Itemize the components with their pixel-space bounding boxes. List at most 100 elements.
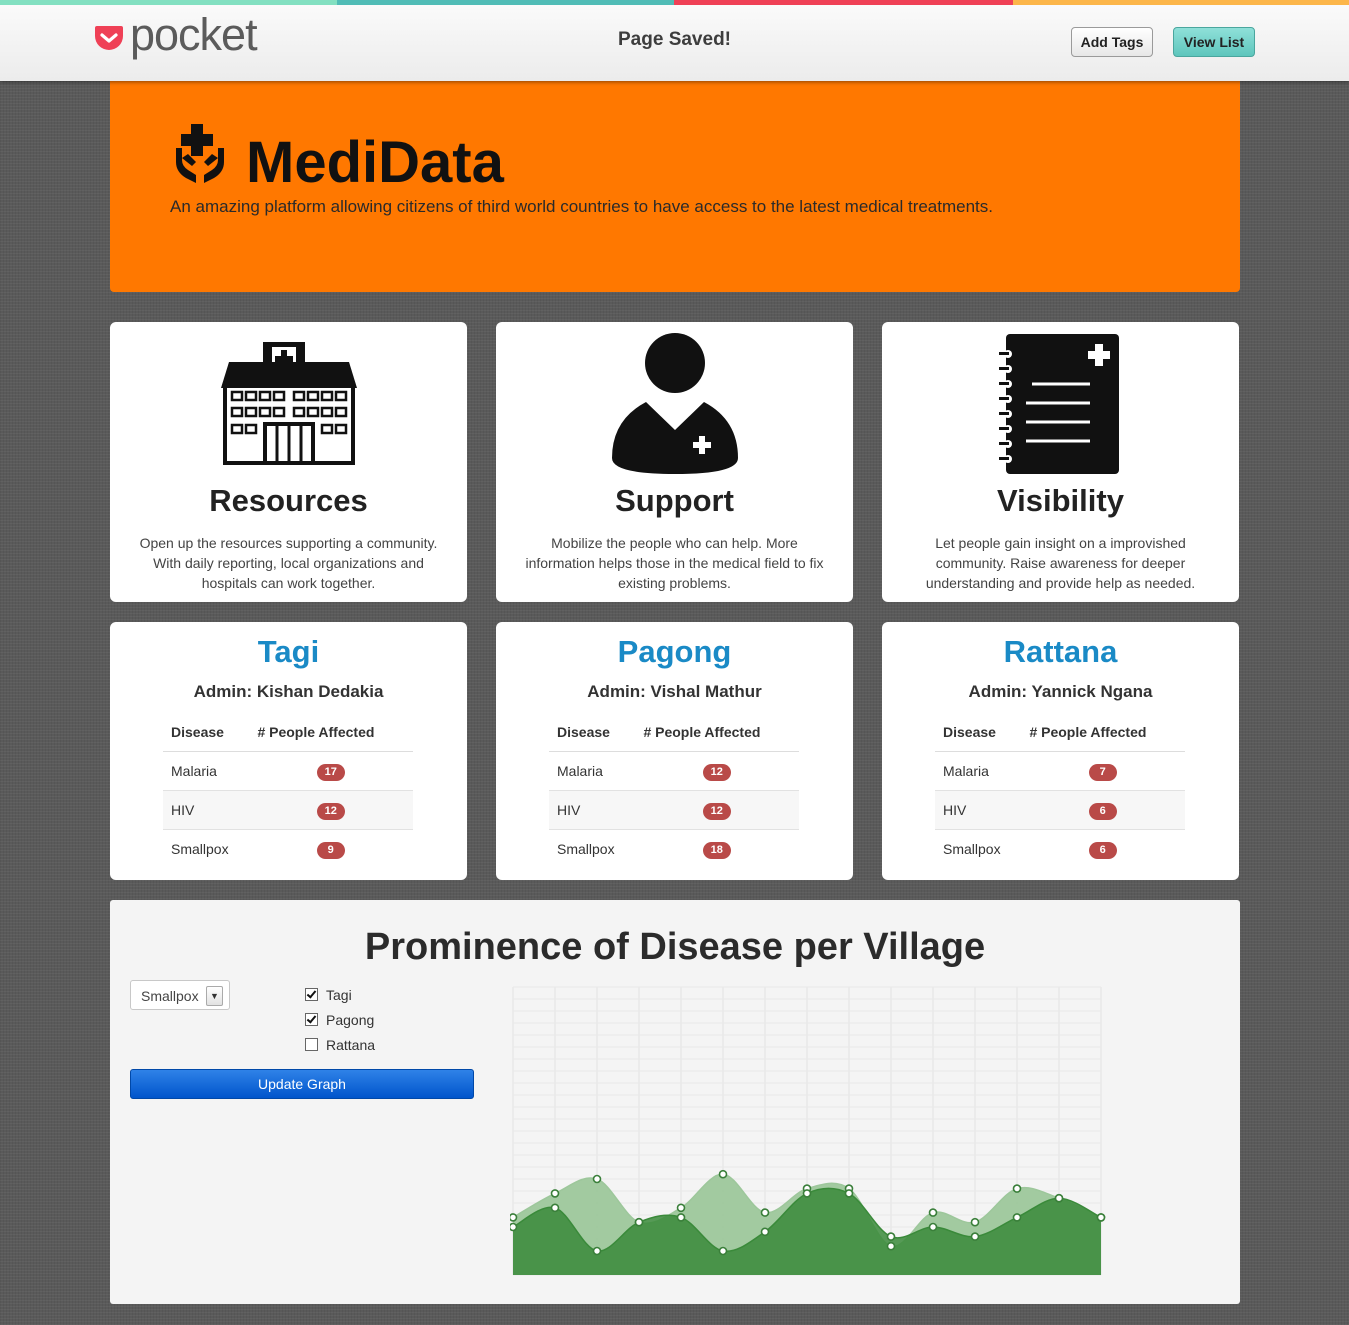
data-point (886, 1232, 896, 1241)
hero-banner: MediData An amazing platform allowing ci… (110, 80, 1240, 292)
village-name[interactable]: Rattana (882, 634, 1239, 670)
checkbox-unchecked[interactable] (305, 1038, 318, 1051)
village-card-tagi: Tagi Admin: Kishan Dedakia Disease # Peo… (110, 622, 467, 880)
support-card: Support Mobilize the people who can help… (496, 322, 853, 602)
count-badge: 6 (1088, 802, 1117, 820)
data-point (676, 1213, 686, 1222)
table-row: Malaria 12 (549, 751, 799, 791)
affected-header: # People Affected (635, 712, 799, 752)
data-point (1054, 1193, 1064, 1203)
stripe-3 (674, 0, 1013, 5)
data-point (928, 1208, 938, 1217)
table-row: HIV 12 (549, 790, 799, 830)
disease-name: Smallpox (935, 829, 1022, 868)
count-badge: 12 (702, 802, 731, 820)
data-point (886, 1241, 896, 1251)
table-row: Malaria 17 (163, 751, 413, 791)
hero-title: MediData (246, 130, 504, 195)
disease-name: HIV (549, 790, 636, 830)
stripe-1 (0, 0, 337, 5)
disease-name: HIV (163, 790, 250, 830)
data-point (1012, 1184, 1022, 1193)
medical-notebook-icon (998, 333, 1119, 474)
support-title: Support (615, 483, 734, 518)
table-row: Smallpox 6 (935, 829, 1185, 868)
resources-card: Resources Open up the resources supporti… (110, 322, 467, 602)
data-point (928, 1222, 938, 1232)
data-point (592, 1174, 602, 1184)
data-point (970, 1217, 980, 1227)
disease-table: Disease # People Affected Malaria 12 HIV… (549, 712, 799, 868)
support-description: Mobilize the people who can help. More i… (525, 535, 824, 591)
count-badge: 12 (702, 763, 731, 781)
count-badge: 18 (702, 841, 731, 859)
resources-description: Open up the resources supporting a commu… (139, 535, 438, 591)
update-graph-button[interactable]: Update Graph (130, 1069, 474, 1099)
checkbox-checked[interactable] (305, 988, 318, 1001)
data-point (970, 1232, 980, 1241)
village-admin: Admin: Vishal Mathur (587, 682, 762, 701)
checkbox-rattana[interactable]: Rattana (305, 1032, 375, 1057)
disease-name: Malaria (935, 751, 1022, 791)
village-card-pagong: Pagong Admin: Vishal Mathur Disease # Pe… (496, 622, 853, 880)
disease-name: HIV (935, 790, 1022, 830)
affected-header: # People Affected (1021, 712, 1185, 752)
data-point (634, 1217, 644, 1227)
view-list-button[interactable]: View List (1173, 27, 1255, 57)
disease-header: Disease (549, 712, 636, 752)
village-admin: Admin: Kishan Dedakia (193, 682, 384, 701)
disease-name: Malaria (163, 751, 250, 791)
graph-title: Prominence of Disease per Village (364, 926, 986, 968)
data-point (1096, 1213, 1106, 1222)
village-admin: Admin: Yannick Ngana (968, 682, 1153, 701)
village-name[interactable]: Pagong (496, 634, 853, 670)
add-tags-button[interactable]: Add Tags (1071, 27, 1153, 57)
visibility-card: Visibility Let people gain insight on a … (882, 322, 1239, 602)
data-point (760, 1208, 770, 1217)
data-point (760, 1227, 770, 1237)
stripe-2 (337, 0, 674, 5)
chevron-down-icon[interactable]: ▼ (206, 986, 223, 1006)
data-point (718, 1169, 728, 1179)
graph-panel: Prominence of Disease per Village Smallp… (110, 900, 1240, 1304)
count-badge: 6 (1088, 841, 1117, 859)
disease-select[interactable]: Smallpox ▼ (130, 980, 230, 1010)
hands-medical-cross-icon (176, 124, 224, 183)
data-point (510, 1222, 518, 1232)
doctor-icon (611, 333, 738, 474)
table-row: Smallpox 9 (163, 829, 413, 868)
table-row: Malaria 7 (935, 751, 1185, 791)
checkbox-pagong[interactable]: Pagong (305, 1007, 375, 1032)
disease-header: Disease (163, 712, 250, 752)
data-point (802, 1189, 812, 1198)
count-badge: 9 (316, 841, 345, 859)
data-point (844, 1189, 854, 1198)
hero-subtitle: An amazing platform allowing citizens of… (170, 197, 993, 216)
table-row: HIV 12 (163, 790, 413, 830)
checkbox-label: Tagi (326, 986, 352, 1003)
checkbox-tagi[interactable]: Tagi (305, 982, 375, 1007)
data-point (676, 1203, 686, 1213)
checkbox-checked[interactable] (305, 1013, 318, 1026)
disease-name: Smallpox (163, 829, 250, 868)
stripe-4 (1013, 0, 1349, 5)
visibility-title: Visibility (997, 483, 1124, 518)
village-name[interactable]: Tagi (110, 634, 467, 670)
pocket-toolbar: pocket Page Saved! Add Tags View List (0, 0, 1349, 81)
visibility-description: Let people gain insight on a improvished… (925, 535, 1196, 591)
table-row: Smallpox 18 (549, 829, 799, 868)
table-row: HIV 6 (935, 790, 1185, 830)
data-point (550, 1203, 560, 1213)
disease-name: Malaria (549, 751, 636, 791)
hospital-icon (220, 342, 357, 465)
data-point (510, 1213, 518, 1222)
disease-table: Disease # People Affected Malaria 7 HIV … (935, 712, 1185, 868)
affected-header: # People Affected (249, 712, 413, 752)
disease-table: Disease # People Affected Malaria 17 HIV… (163, 712, 413, 868)
data-point (1012, 1213, 1022, 1222)
count-badge: 17 (316, 763, 345, 781)
village-card-rattana: Rattana Admin: Yannick Ngana Disease # P… (882, 622, 1239, 880)
data-point (550, 1189, 560, 1198)
disease-header: Disease (935, 712, 1022, 752)
disease-select-value: Smallpox (141, 988, 199, 1004)
